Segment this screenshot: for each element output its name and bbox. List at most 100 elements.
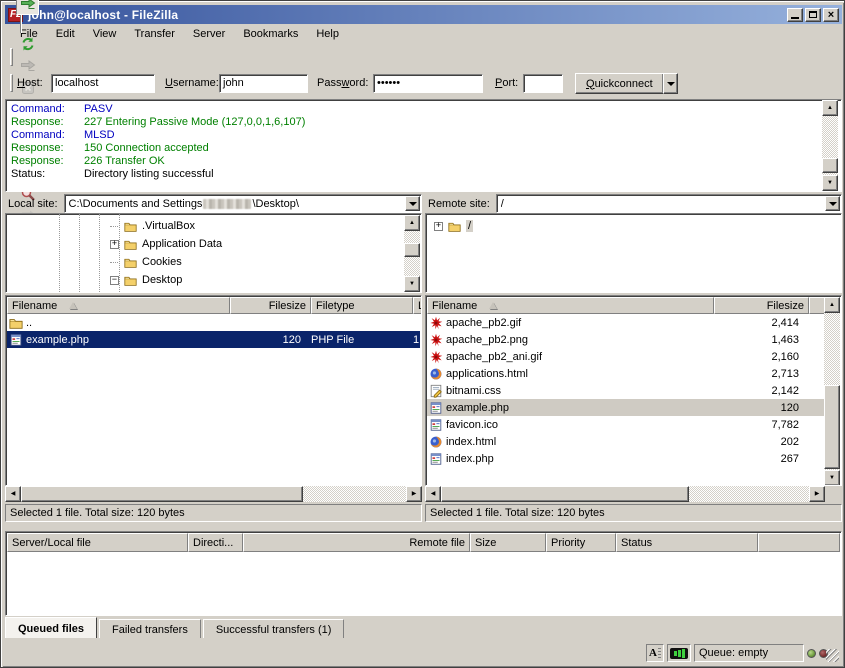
scroll-right-icon[interactable]: ▶ [406, 486, 422, 502]
remote-site-dropdown[interactable] [825, 196, 840, 211]
speed-limit-indicator-icon[interactable] [667, 644, 691, 662]
message-log[interactable]: Command:PASV Response:227 Entering Passi… [5, 99, 842, 192]
scroll-up-icon[interactable]: ▲ [824, 297, 840, 313]
scroll-thumb[interactable] [21, 486, 303, 502]
quickconnect-button[interactable]: Quickconnect [575, 73, 664, 94]
remote-file-list[interactable]: Filename Filesize apache_pb2.gif 2,414 a… [425, 295, 842, 486]
tree-item-root[interactable]: / [466, 220, 473, 232]
remote-directory-tree[interactable]: + / [425, 213, 842, 293]
file-row[interactable]: .. [7, 314, 420, 331]
log-scrollbar[interactable]: ▲ ▼ [822, 100, 838, 191]
scroll-down-icon[interactable]: ▼ [404, 276, 420, 292]
menu-item[interactable]: Server [184, 26, 234, 42]
tree-expander[interactable]: + [110, 240, 119, 249]
queue-column-header[interactable]: Priority [546, 533, 616, 552]
local-site-dropdown[interactable] [405, 196, 420, 211]
maximize-button[interactable] [805, 8, 821, 22]
file-row[interactable]: index.php 267 [427, 450, 824, 467]
tree-item-label[interactable]: Application Data [142, 238, 222, 250]
scroll-down-icon[interactable]: ▼ [822, 175, 838, 191]
remote-list-hscrollbar[interactable]: ◀ ▶ [425, 486, 825, 502]
menu-item[interactable]: View [84, 26, 126, 42]
queue-column-header[interactable]: Status [616, 533, 758, 552]
tree-item[interactable]: .VirtualBox [110, 217, 195, 235]
tree-item-label[interactable]: Cookies [142, 256, 182, 268]
local-site-combobox[interactable]: C:\Documents and Settings\Desktop\ [64, 194, 422, 213]
refresh-button[interactable] [16, 33, 39, 55]
queue-header: Server/Local fileDirecti...Remote fileSi… [7, 533, 840, 552]
local-list-hscrollbar[interactable]: ◀ ▶ [5, 486, 422, 502]
file-row[interactable]: apache_pb2.png 1,463 [427, 331, 824, 348]
minimize-button[interactable] [787, 8, 803, 22]
tree-item[interactable]: − Desktop [110, 271, 182, 289]
window-title: john@localhost - FileZilla [28, 8, 178, 22]
column-header-filetype[interactable]: Filetype [311, 297, 413, 314]
tree-item-label[interactable]: .VirtualBox [142, 220, 195, 232]
queue-column-header[interactable]: Remote file [243, 533, 470, 552]
scroll-left-icon[interactable]: ◀ [425, 486, 441, 502]
scroll-thumb[interactable] [404, 243, 420, 257]
file-row[interactable]: apache_pb2_ani.gif 2,160 [427, 348, 824, 365]
tree-item[interactable]: Cookies [110, 253, 182, 271]
local-tree-scrollbar[interactable]: ▲ ▼ [404, 215, 420, 292]
toolbar-grip[interactable] [10, 48, 13, 66]
scroll-up-icon[interactable]: ▲ [404, 215, 420, 231]
close-icon: × [828, 10, 834, 20]
queue-tab[interactable]: Successful transfers (1) [203, 619, 345, 638]
image-broken-icon [429, 333, 443, 347]
minimize-icon [791, 17, 799, 19]
host-input[interactable]: localhost [51, 74, 155, 93]
column-header-filesize[interactable]: Filesize [714, 297, 809, 314]
file-row[interactable]: example.php 120 PHP File 1 [7, 331, 420, 348]
quickconnect-dropdown[interactable] [663, 73, 678, 94]
menu-item[interactable]: Edit [47, 26, 84, 42]
column-header-modified[interactable]: L [413, 297, 422, 314]
queue-tab[interactable]: Queued files [5, 617, 97, 638]
scroll-thumb[interactable] [441, 486, 689, 502]
menu-item[interactable]: Bookmarks [234, 26, 307, 42]
tree-expander[interactable]: − [110, 276, 119, 285]
close-button[interactable]: × [823, 8, 839, 22]
file-row[interactable]: bitnami.css 2,142 [427, 382, 824, 399]
file-row[interactable]: index.html 202 [427, 433, 824, 450]
scroll-left-icon[interactable]: ◀ [5, 486, 21, 502]
queue-status: Queue: empty [694, 644, 804, 662]
file-row[interactable]: favicon.ico 7,782 [427, 416, 824, 433]
menu-item[interactable]: Transfer [125, 26, 184, 42]
scroll-thumb[interactable] [824, 385, 840, 469]
queue-column-header[interactable] [758, 533, 840, 552]
password-input[interactable]: •••••• [373, 74, 483, 93]
file-row[interactable]: apache_pb2.gif 2,414 [427, 314, 824, 331]
column-header-filename[interactable]: Filename [427, 297, 714, 314]
remote-site-combobox[interactable]: / [496, 194, 842, 213]
transfer-queue[interactable]: Server/Local fileDirecti...Remote fileSi… [5, 531, 842, 616]
title-bar[interactable]: Fz john@localhost - FileZilla × [5, 5, 842, 24]
local-directory-tree[interactable]: .VirtualBox + Application Data Cookies − Desk… [5, 213, 422, 293]
column-header-filename[interactable]: Filename [7, 297, 230, 314]
column-header-filesize[interactable]: Filesize [230, 297, 311, 314]
file-row[interactable]: example.php 120 [427, 399, 824, 416]
scroll-up-icon[interactable]: ▲ [822, 100, 838, 116]
local-file-list[interactable]: Filename Filesize Filetype L .. example.… [5, 295, 422, 486]
tree-expander[interactable]: + [434, 222, 443, 231]
menu-item[interactable]: Help [307, 26, 348, 42]
quickconnect-grip[interactable] [10, 74, 13, 92]
css-file-icon [429, 384, 443, 398]
resize-grip[interactable] [826, 649, 839, 662]
scroll-down-icon[interactable]: ▼ [824, 470, 840, 486]
queue-column-header[interactable]: Server/Local file [7, 533, 188, 552]
data-type-indicator-icon[interactable]: A [646, 644, 664, 662]
tree-item-label[interactable]: Desktop [142, 274, 182, 286]
scroll-right-icon[interactable]: ▶ [809, 486, 825, 502]
username-input[interactable]: john [219, 74, 308, 93]
image-broken-icon [429, 350, 443, 364]
queue-column-header[interactable]: Directi... [188, 533, 243, 552]
queue-column-header[interactable]: Size [470, 533, 546, 552]
toggle-transfer-queue-button[interactable] [16, 0, 39, 15]
remote-list-scrollbar[interactable]: ▲ ▼ [824, 297, 840, 486]
queue-tab[interactable]: Failed transfers [99, 619, 201, 638]
file-row[interactable]: applications.html 2,713 [427, 365, 824, 382]
tree-item[interactable]: + Application Data [110, 235, 222, 253]
port-input[interactable] [523, 74, 563, 93]
scroll-thumb[interactable] [822, 158, 838, 173]
